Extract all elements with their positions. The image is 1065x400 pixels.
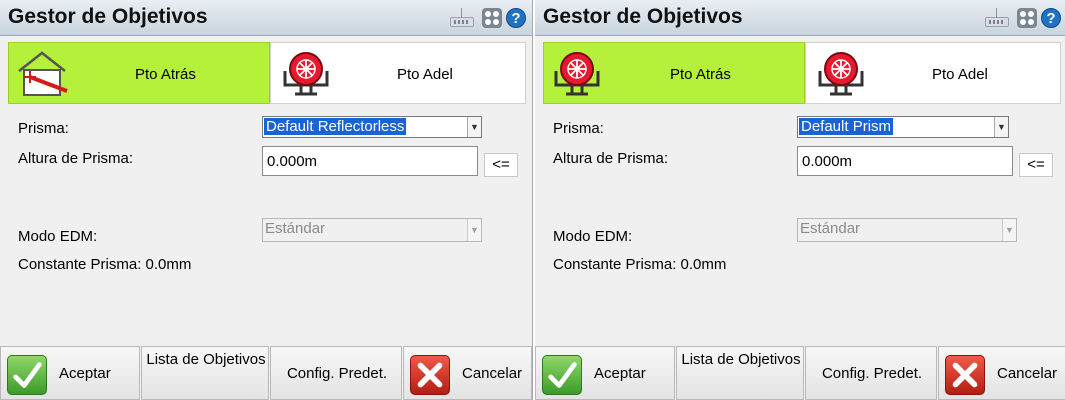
edm-mode-label: Modo EDM: [553, 228, 633, 245]
title-bar: Gestor de Objetivos ? [0, 0, 532, 36]
edm-mode-select: Estándar ▼ [797, 218, 1017, 242]
keyboard-icon[interactable] [983, 8, 1011, 28]
window-title: Gestor de Objetivos [543, 5, 743, 28]
button-bar: Aceptar Lista de Objetivos Config. Prede… [0, 346, 532, 400]
target-list-label: Lista de Objetivos [681, 351, 801, 368]
tab-backsight[interactable]: Pto Atrás [8, 42, 270, 104]
cancel-button[interactable]: Cancelar [403, 346, 532, 400]
edm-mode-label: Modo EDM: [18, 228, 98, 245]
cancel-label: Cancelar [997, 365, 1058, 382]
accept-button[interactable]: Aceptar [0, 346, 140, 400]
accept-label: Aceptar [59, 365, 111, 382]
keyboard-icon[interactable] [448, 8, 476, 28]
help-icon[interactable]: ? [1041, 8, 1061, 28]
defaults-button[interactable]: Config. Predet. [805, 346, 937, 400]
house-backsight-icon [18, 51, 68, 96]
tab-backsight-label: Pto Atrás [670, 66, 731, 83]
prism-height-value: 0.000m [267, 153, 318, 170]
tab-foresight-label: Pto Adel [932, 66, 988, 83]
prism-height-label: Altura de Prisma: [553, 150, 669, 167]
defaults-label: Config. Predet. [821, 365, 923, 382]
prism-height-input[interactable]: 0.000m [797, 146, 1013, 176]
prism-height-value: 0.000m [802, 153, 853, 170]
tab-foresight[interactable]: Pto Adel [270, 42, 526, 104]
point-tabs: Pto Atrás Pto Adel [8, 42, 526, 104]
cancel-label: Cancelar [462, 365, 523, 382]
tab-foresight-label: Pto Adel [397, 66, 453, 83]
target-list-button[interactable]: Lista de Objetivos [676, 346, 804, 400]
prism-target-icon [818, 52, 864, 96]
tab-foresight[interactable]: Pto Adel [805, 42, 1061, 104]
target-list-button[interactable]: Lista de Objetivos [141, 346, 269, 400]
chevron-down-icon: ▼ [1002, 219, 1016, 241]
target-manager-panel-prism: Gestor de Objetivos ? Pto Atrás Pto Adel… [535, 0, 1065, 400]
prism-target-icon [554, 52, 600, 96]
prism-select-value: Default Reflectorless [264, 118, 407, 135]
x-icon [945, 355, 985, 395]
prism-constant-text: Constante Prisma: 0.0mm [553, 256, 727, 273]
defaults-label: Config. Predet. [286, 365, 388, 382]
window-title: Gestor de Objetivos [8, 5, 208, 28]
prism-constant-text: Constante Prisma: 0.0mm [18, 256, 192, 273]
title-bar: Gestor de Objetivos ? [535, 0, 1065, 36]
prism-select[interactable]: Default Prism ▼ [797, 116, 1009, 138]
chevron-down-icon: ▼ [467, 219, 481, 241]
prism-select[interactable]: Default Reflectorless ▼ [262, 116, 482, 138]
copy-height-button[interactable]: <= [1019, 153, 1053, 177]
prism-label: Prisma: [18, 120, 69, 137]
checkmark-icon [7, 355, 47, 395]
tab-backsight[interactable]: Pto Atrás [543, 42, 805, 104]
grid-icon[interactable] [482, 8, 502, 28]
help-icon[interactable]: ? [506, 8, 526, 28]
chevron-down-icon[interactable]: ▼ [467, 117, 481, 137]
prism-label: Prisma: [553, 120, 604, 137]
button-bar: Aceptar Lista de Objetivos Config. Prede… [535, 346, 1065, 400]
prism-select-value: Default Prism [799, 118, 894, 135]
x-icon [410, 355, 450, 395]
edm-mode-value: Estándar [800, 220, 861, 237]
target-manager-panel-reflectorless: Gestor de Objetivos ? Pto Atrás Pto Adel… [0, 0, 532, 400]
prism-target-icon [283, 52, 329, 96]
prism-height-label: Altura de Prisma: [18, 150, 134, 167]
edm-mode-select: Estándar ▼ [262, 218, 482, 242]
copy-height-button[interactable]: <= [484, 153, 518, 177]
grid-icon[interactable] [1017, 8, 1037, 28]
accept-label: Aceptar [594, 365, 646, 382]
cancel-button[interactable]: Cancelar [938, 346, 1065, 400]
edm-mode-value: Estándar [265, 220, 326, 237]
target-list-label: Lista de Objetivos [146, 351, 266, 368]
chevron-down-icon[interactable]: ▼ [994, 117, 1008, 137]
checkmark-icon [542, 355, 582, 395]
accept-button[interactable]: Aceptar [535, 346, 675, 400]
tab-backsight-label: Pto Atrás [135, 66, 196, 83]
point-tabs: Pto Atrás Pto Adel [543, 42, 1061, 104]
defaults-button[interactable]: Config. Predet. [270, 346, 402, 400]
prism-height-input[interactable]: 0.000m [262, 146, 478, 176]
